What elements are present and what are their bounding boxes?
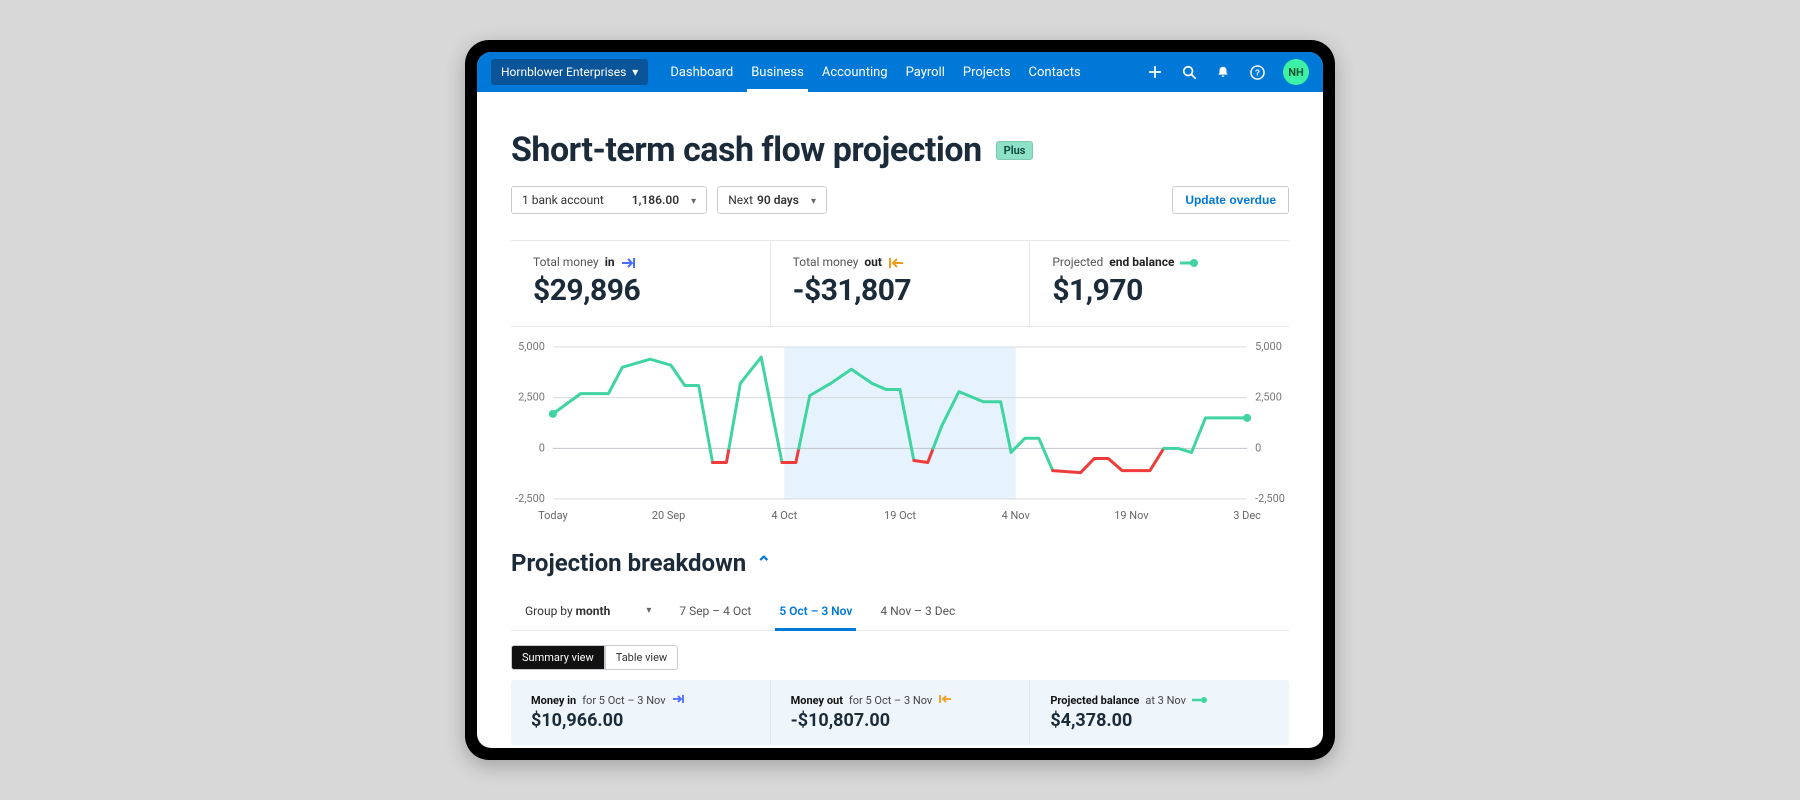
- svg-text:0: 0: [1255, 441, 1261, 454]
- table-view-button[interactable]: Table view: [605, 645, 678, 670]
- svg-text:20 Sep: 20 Sep: [652, 509, 686, 522]
- range-dropdown[interactable]: Next 90 days: [717, 186, 827, 214]
- breakdown-money-in: Money in for 5 Oct – 3 Nov $10,966.00: [511, 680, 770, 745]
- svg-text:-2,500: -2,500: [515, 492, 545, 505]
- avatar[interactable]: NH: [1283, 59, 1309, 85]
- breakdown-money-out: Money out for 5 Oct – 3 Nov -$10,807.00: [770, 680, 1030, 745]
- svg-text:5,000: 5,000: [518, 340, 545, 353]
- nav-right: ? NH: [1147, 59, 1309, 85]
- nav-payroll[interactable]: Payroll: [906, 52, 945, 92]
- nav-links: Dashboard Business Accounting Payroll Pr…: [670, 52, 1080, 92]
- nav-dashboard[interactable]: Dashboard: [670, 52, 733, 92]
- search-icon[interactable]: [1181, 64, 1197, 80]
- svg-text:19 Oct: 19 Oct: [884, 509, 916, 522]
- summary-money-in: Total money in $29,896: [511, 241, 771, 326]
- svg-text:19 Nov: 19 Nov: [1114, 509, 1149, 522]
- nav-accounting[interactable]: Accounting: [822, 52, 888, 92]
- money-in-icon: [672, 694, 686, 707]
- svg-text:5,000: 5,000: [1255, 340, 1282, 353]
- svg-text:4 Nov: 4 Nov: [1002, 509, 1031, 522]
- chevron-down-icon: ▾: [646, 605, 651, 616]
- breakdown-projected-balance: Projected balance at 3 Nov $4,378.00: [1029, 680, 1289, 745]
- period-tab-0[interactable]: 7 Sep – 4 Oct: [679, 591, 751, 630]
- money-out-icon: [938, 694, 952, 707]
- chevron-down-icon: ▾: [632, 65, 638, 79]
- groupby-dropdown[interactable]: Group by month ▾: [525, 604, 651, 618]
- account-dropdown-label: 1 bank account: [522, 193, 604, 207]
- cashflow-chart[interactable]: 5,000 5,000 2,500 2,500 0 0 -2,500 -2,500 Today 2…: [511, 337, 1289, 527]
- summary-money-in-value: $29,896: [533, 273, 748, 308]
- svg-text:-2,500: -2,500: [1255, 492, 1285, 505]
- svg-text:2,500: 2,500: [518, 391, 545, 404]
- page-title: Short-term cash flow projection: [511, 130, 982, 170]
- view-toggle: Summary view Table view: [511, 645, 1289, 670]
- breakdown-money-in-value: $10,966.00: [531, 710, 750, 731]
- balance-icon: [1192, 694, 1208, 707]
- breakdown-tabs-row: Group by month ▾ 7 Sep – 4 Oct 5 Oct – 3…: [511, 591, 1289, 631]
- money-in-icon: [621, 255, 637, 269]
- summary-money-out-value: -$31,807: [793, 273, 1008, 308]
- org-name: Hornblower Enterprises: [501, 65, 626, 79]
- plus-icon[interactable]: [1147, 64, 1163, 80]
- summary-money-out: Total money out -$31,807: [771, 241, 1031, 326]
- chevron-down-icon: [687, 193, 696, 207]
- breakdown-money-out-value: -$10,807.00: [791, 710, 1010, 731]
- summary-view-button[interactable]: Summary view: [511, 645, 605, 670]
- svg-text:3 Dec: 3 Dec: [1233, 509, 1261, 522]
- money-out-icon: [888, 255, 904, 269]
- page-title-row: Short-term cash flow projection Plus: [511, 130, 1289, 170]
- nav-business[interactable]: Business: [751, 52, 804, 92]
- svg-text:0: 0: [539, 441, 545, 454]
- nav-contacts[interactable]: Contacts: [1029, 52, 1081, 92]
- svg-text:Today: Today: [538, 509, 568, 522]
- balance-icon: [1180, 255, 1198, 269]
- top-navigation: Hornblower Enterprises ▾ Dashboard Busin…: [477, 52, 1323, 92]
- plus-badge: Plus: [996, 141, 1034, 160]
- chevron-up-icon: ⌃: [756, 553, 771, 574]
- bell-icon[interactable]: [1215, 64, 1231, 80]
- svg-text:4 Oct: 4 Oct: [771, 509, 797, 522]
- help-icon[interactable]: ?: [1249, 64, 1265, 80]
- range-dropdown-value: 90 days: [757, 193, 799, 207]
- account-dropdown[interactable]: 1 bank account 1,186.00: [511, 186, 707, 214]
- org-switcher[interactable]: Hornblower Enterprises ▾: [491, 59, 648, 85]
- svg-text:2,500: 2,500: [1255, 391, 1282, 404]
- summary-end-balance-value: $1,970: [1052, 273, 1267, 308]
- chevron-down-icon: [807, 193, 816, 207]
- breakdown-cards: Money in for 5 Oct – 3 Nov $10,966.00 Mo…: [511, 680, 1289, 745]
- breakdown-toggle[interactable]: Projection breakdown ⌃: [511, 549, 1289, 577]
- summary-end-balance: Projected end balance $1,970: [1030, 241, 1289, 326]
- period-tab-2[interactable]: 4 Nov – 3 Dec: [880, 591, 955, 630]
- svg-text:?: ?: [1254, 67, 1259, 77]
- update-overdue-button[interactable]: Update overdue: [1172, 186, 1289, 214]
- summary-cards: Total money in $29,896 Total money out -…: [511, 240, 1289, 327]
- controls-row: 1 bank account 1,186.00 Next 90 days Upd…: [511, 186, 1289, 214]
- account-dropdown-value: 1,186.00: [632, 193, 679, 207]
- breakdown-projected-balance-value: $4,378.00: [1050, 710, 1269, 731]
- range-dropdown-prefix: Next: [728, 193, 753, 207]
- nav-projects[interactable]: Projects: [963, 52, 1011, 92]
- period-tab-1[interactable]: 5 Oct – 3 Nov: [779, 591, 852, 630]
- page-content: Short-term cash flow projection Plus 1 b…: [477, 92, 1323, 748]
